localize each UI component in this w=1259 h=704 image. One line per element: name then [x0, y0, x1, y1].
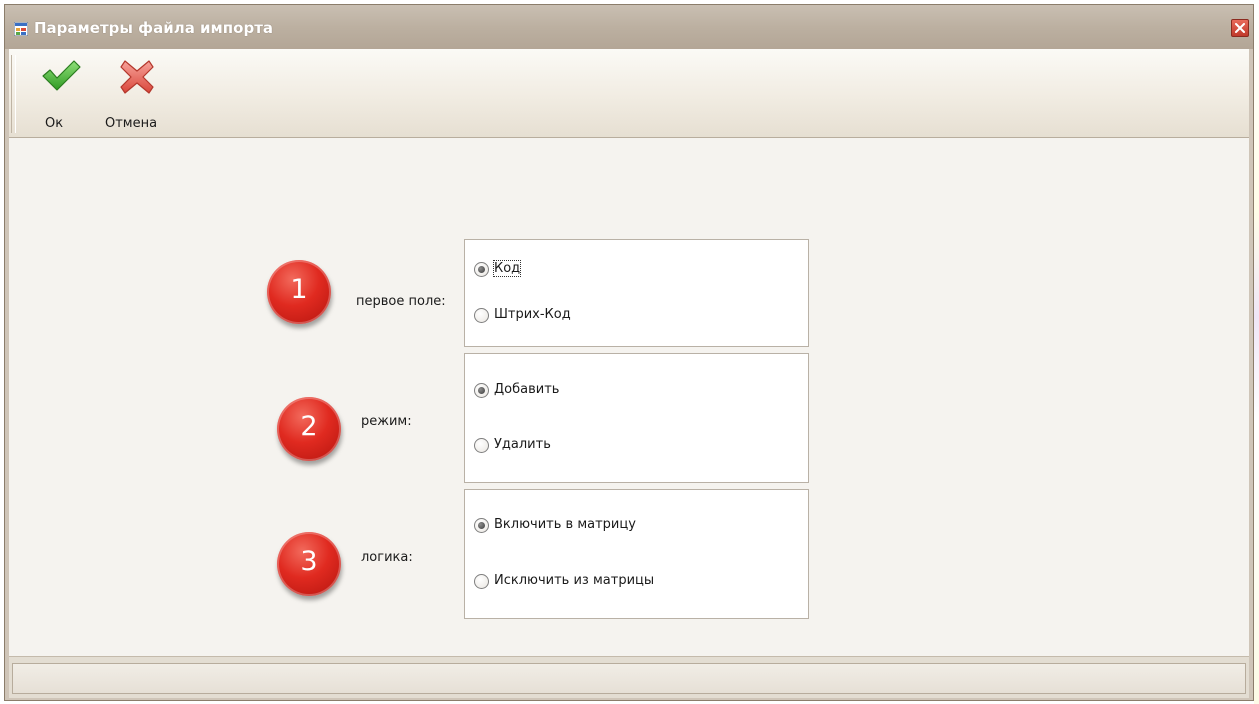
cross-icon — [120, 60, 154, 94]
toolbar-grip[interactable] — [11, 55, 16, 133]
status-bar — [9, 656, 1249, 698]
radio-dot — [478, 522, 485, 529]
radio-dot — [478, 266, 485, 273]
close-button[interactable] — [1231, 19, 1249, 37]
toolbar: Ок Отмена — [9, 49, 1249, 138]
first-field-label: первое поле: — [356, 294, 446, 309]
import-params-dialog: Параметры файла импорта Ок Отмена 1 перв… — [4, 4, 1254, 701]
checkmark-icon — [42, 60, 81, 91]
radio-circle — [474, 308, 489, 323]
step-badge-2: 2 — [277, 397, 341, 461]
step-number-1: 1 — [290, 274, 308, 305]
logic-group: Включить в матрицу Исключить из матрицы — [464, 489, 809, 619]
cancel-button[interactable]: Отмена — [105, 54, 175, 134]
first-field-group: Код Штрих-Код — [464, 239, 809, 347]
dialog-body: Ок Отмена 1 первое поле: Код Штрих-Код 2… — [9, 49, 1249, 698]
radio-exclude-label: Исключить из матрицы — [494, 573, 655, 588]
radio-circle — [474, 262, 489, 277]
radio-code-label: Код — [492, 260, 522, 277]
radio-circle — [474, 438, 489, 453]
background-strip — [1254, 0, 1259, 704]
status-panel — [12, 663, 1246, 694]
radio-delete-label: Удалить — [494, 437, 551, 452]
ok-button[interactable]: Ок — [35, 54, 81, 134]
step-number-3: 3 — [300, 546, 318, 577]
mode-group: Добавить Удалить — [464, 353, 809, 483]
radio-add-label: Добавить — [494, 382, 560, 397]
window-title: Параметры файла импорта — [34, 19, 274, 37]
radio-dot — [478, 387, 485, 394]
radio-circle — [474, 518, 489, 533]
step-badge-1: 1 — [267, 260, 331, 324]
step-number-2: 2 — [300, 411, 318, 442]
close-icon — [1235, 23, 1245, 33]
logic-label: логика: — [361, 550, 413, 565]
radio-circle — [474, 574, 489, 589]
title-bar[interactable]: Параметры файла импорта — [5, 5, 1253, 49]
mode-label: режим: — [361, 414, 412, 429]
ok-label: Ок — [45, 116, 64, 131]
radio-circle — [474, 383, 489, 398]
app-icon — [13, 21, 29, 37]
cancel-label: Отмена — [105, 116, 158, 131]
step-badge-3: 3 — [277, 532, 341, 596]
radio-barcode-label: Штрих-Код — [494, 307, 571, 322]
radio-include-label: Включить в матрицу — [494, 517, 636, 532]
